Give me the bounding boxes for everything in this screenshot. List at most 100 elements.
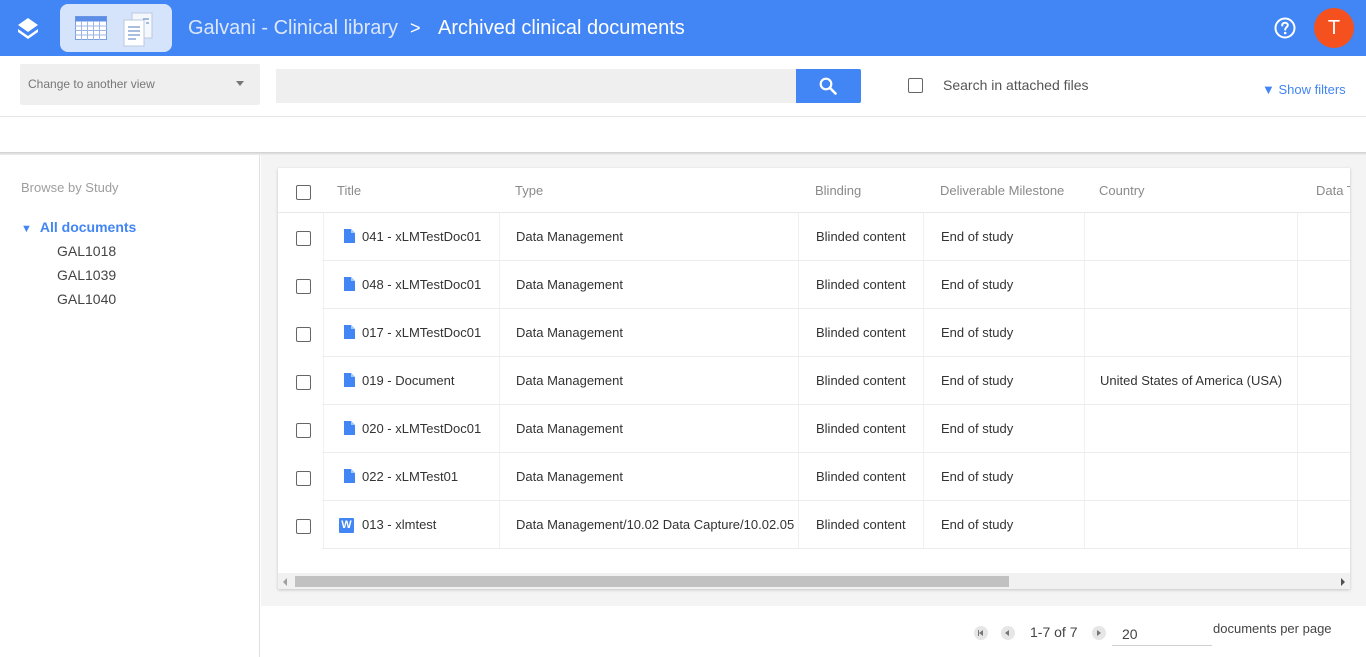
- pagination-bar: 1-7 of 7 documents per page: [261, 606, 1366, 657]
- row-checkbox[interactable]: [296, 423, 311, 438]
- cell-type: Data Management: [516, 373, 623, 388]
- user-avatar[interactable]: T: [1314, 8, 1354, 48]
- select-all-checkbox[interactable]: [296, 185, 311, 200]
- column-divider: [1297, 453, 1298, 501]
- search-attached-files-checkbox[interactable]: [908, 78, 923, 93]
- toolbar-divider: [0, 116, 1366, 117]
- table-header: Title Type Blinding Deliverable Mileston…: [278, 168, 1350, 213]
- app-logo-icon[interactable]: [17, 17, 39, 41]
- table-row[interactable]: 048 - xLMTestDoc01 Data Management Blinded…: [278, 261, 1350, 309]
- cell-title[interactable]: 041 - xLMTestDoc01: [362, 229, 496, 244]
- column-divider: [923, 213, 924, 261]
- search-input[interactable]: [276, 69, 796, 103]
- row-checkbox[interactable]: [296, 519, 311, 534]
- cell-type: Data Management: [516, 229, 623, 244]
- column-header-type[interactable]: Type: [515, 183, 543, 198]
- document-icon: [344, 469, 355, 483]
- row-checkbox[interactable]: [296, 375, 311, 390]
- page-size-input[interactable]: [1112, 622, 1212, 646]
- breadcrumb-separator: >: [410, 18, 421, 38]
- documents-table: Title Type Blinding Deliverable Mileston…: [278, 168, 1350, 589]
- page-size-label: documents per page: [1213, 621, 1332, 636]
- column-divider: [798, 405, 799, 453]
- tree-item-study[interactable]: GAL1040: [57, 291, 116, 307]
- column-divider: [323, 213, 324, 261]
- column-divider: [923, 261, 924, 309]
- document-icon: [344, 421, 355, 435]
- tree-item-all-documents[interactable]: ▼ All documents: [21, 219, 136, 235]
- row-checkbox[interactable]: [296, 327, 311, 342]
- table-row[interactable]: 041 - xLMTestDoc01 Data Management Blinded…: [278, 213, 1350, 261]
- column-divider: [798, 213, 799, 261]
- documents-icon: [123, 12, 153, 47]
- show-filters-link[interactable]: ▼ Show filters: [1262, 82, 1346, 97]
- column-header-data-type[interactable]: Data T: [1316, 183, 1350, 198]
- cell-blinding: Blinded content: [816, 517, 906, 532]
- column-divider: [323, 405, 324, 453]
- cell-type: Data Management/10.02 Data Capture/10.02…: [516, 517, 798, 532]
- scroll-right-icon[interactable]: [1341, 578, 1345, 586]
- dropdown-arrow-icon: [236, 81, 244, 86]
- tree-item-study[interactable]: GAL1018: [57, 243, 116, 259]
- app-switcher[interactable]: [60, 4, 172, 52]
- previous-page-icon[interactable]: [1001, 626, 1015, 640]
- horizontal-scrollbar[interactable]: [278, 573, 1350, 589]
- column-header-blinding[interactable]: Blinding: [815, 183, 861, 198]
- column-divider: [499, 357, 500, 405]
- document-icon: [344, 373, 355, 387]
- next-page-icon[interactable]: [1092, 626, 1106, 640]
- cell-title[interactable]: 022 - xLMTest01: [362, 469, 496, 484]
- scrollbar-thumb[interactable]: [295, 576, 1009, 587]
- cell-type: Data Management: [516, 325, 623, 340]
- column-divider: [798, 357, 799, 405]
- view-selector[interactable]: Change to another view: [20, 64, 260, 105]
- row-checkbox[interactable]: [296, 279, 311, 294]
- table-row[interactable]: 020 - xLMTestDoc01 Data Management Blinded…: [278, 405, 1350, 453]
- column-divider: [1297, 357, 1298, 405]
- row-divider: [322, 548, 1350, 549]
- column-divider: [323, 357, 324, 405]
- cell-title[interactable]: 019 - Document: [362, 373, 496, 388]
- cell-type: Data Management: [516, 277, 623, 292]
- column-divider: [923, 357, 924, 405]
- cell-title[interactable]: 048 - xLMTestDoc01: [362, 277, 496, 292]
- cell-title[interactable]: 017 - xLMTestDoc01: [362, 325, 496, 340]
- column-divider: [1084, 453, 1085, 501]
- document-icon: [344, 277, 355, 291]
- cell-blinding: Blinded content: [816, 229, 906, 244]
- main-content: Title Type Blinding Deliverable Mileston…: [261, 155, 1366, 657]
- row-checkbox[interactable]: [296, 471, 311, 486]
- help-icon[interactable]: [1273, 16, 1297, 40]
- document-icon: [344, 325, 355, 339]
- table-row[interactable]: W 013 - xlmtest Data Management/10.02 Data…: [278, 501, 1350, 549]
- cell-title[interactable]: 020 - xLMTestDoc01: [362, 421, 496, 436]
- cell-milestone: End of study: [941, 229, 1014, 244]
- table-row[interactable]: 019 - Document Data Management Blinded con…: [278, 357, 1350, 405]
- search-button[interactable]: [796, 69, 861, 103]
- column-divider: [499, 261, 500, 309]
- cell-milestone: End of study: [941, 277, 1014, 292]
- cell-milestone: End of study: [941, 325, 1014, 340]
- column-divider: [798, 309, 799, 357]
- table-row[interactable]: 017 - xLMTestDoc01 Data Management Blinded…: [278, 309, 1350, 357]
- cell-milestone: End of study: [941, 373, 1014, 388]
- cell-title[interactable]: 013 - xlmtest: [362, 517, 496, 532]
- column-divider: [1297, 405, 1298, 453]
- scroll-left-icon[interactable]: [283, 578, 287, 586]
- column-divider: [499, 405, 500, 453]
- column-divider: [923, 309, 924, 357]
- top-app-bar: Galvani - Clinical library > Archived cl…: [0, 0, 1366, 56]
- column-header-milestone[interactable]: Deliverable Milestone: [940, 183, 1064, 198]
- breadcrumb-app-link[interactable]: Galvani - Clinical library: [188, 0, 398, 56]
- table-row[interactable]: 022 - xLMTest01 Data Management Blinded co…: [278, 453, 1350, 501]
- column-divider: [923, 405, 924, 453]
- column-header-country[interactable]: Country: [1099, 183, 1145, 198]
- column-divider: [1084, 405, 1085, 453]
- row-checkbox[interactable]: [296, 231, 311, 246]
- expand-arrow-icon[interactable]: ▼: [21, 223, 32, 235]
- first-page-icon[interactable]: [974, 626, 988, 640]
- column-divider: [499, 309, 500, 357]
- tree-item-study[interactable]: GAL1039: [57, 267, 116, 283]
- column-divider: [323, 309, 324, 357]
- column-header-title[interactable]: Title: [337, 183, 361, 198]
